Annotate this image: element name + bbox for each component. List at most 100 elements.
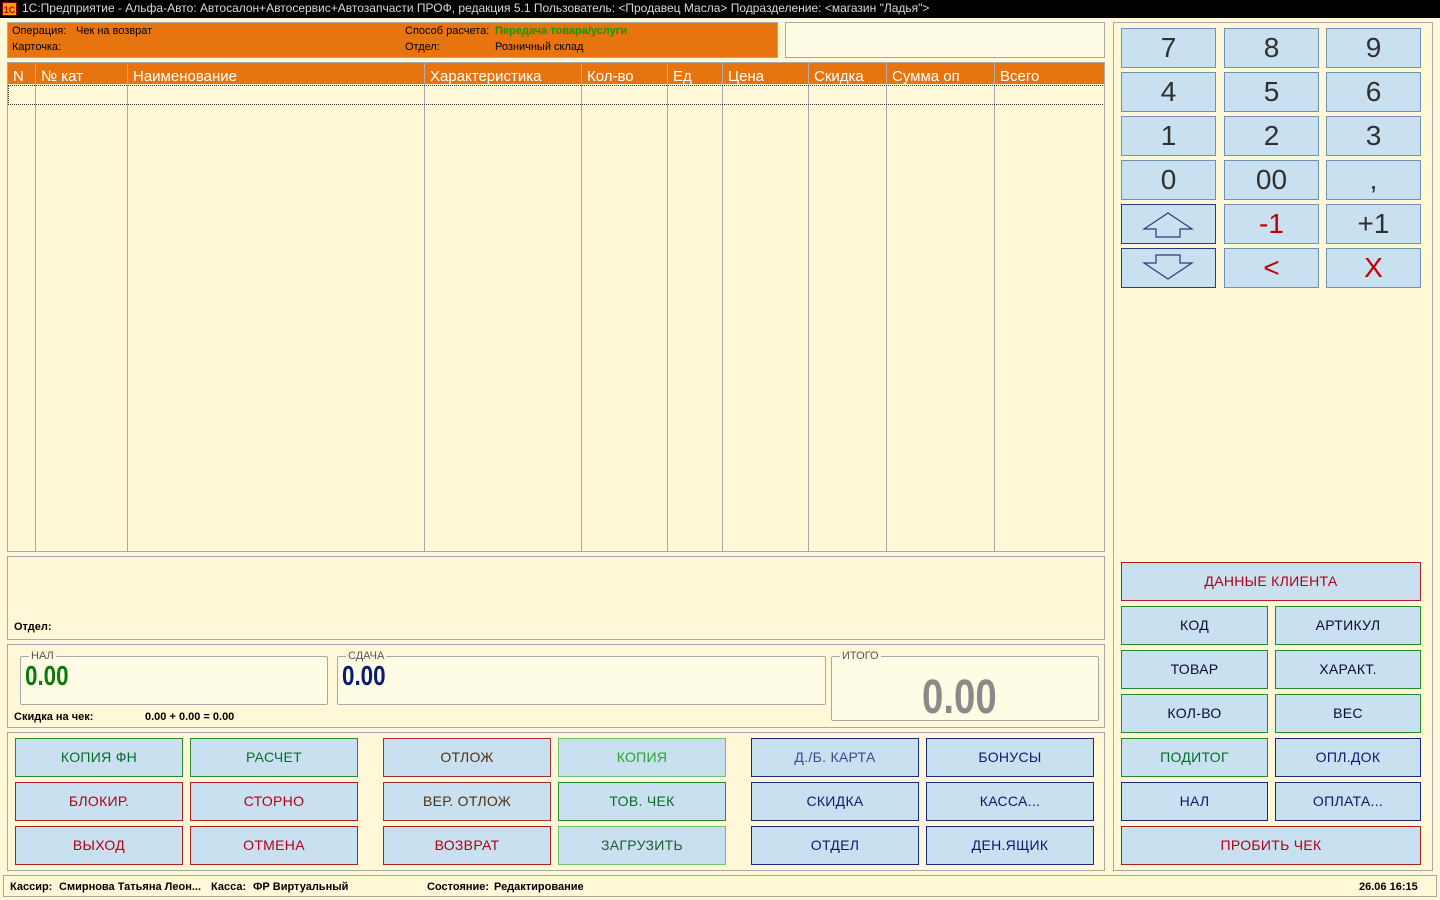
key-1[interactable]: 1	[1121, 116, 1216, 156]
department-value: Розничный склад	[495, 41, 584, 53]
discount-card-button[interactable]: Д./Б. КАРТА	[751, 738, 919, 777]
column-header[interactable]: Ед	[668, 63, 723, 84]
item-details-panel: Отдел:	[7, 556, 1105, 640]
return-button[interactable]: ВОЗВРАТ	[383, 826, 551, 865]
arrow-down-icon	[1142, 254, 1194, 280]
defer-button[interactable]: ОТЛОЖ	[383, 738, 551, 777]
table-row-selected[interactable]	[8, 85, 1104, 105]
column-header[interactable]: № кат	[36, 63, 128, 84]
column-header[interactable]: Скидка	[809, 63, 887, 84]
pay-doc-button[interactable]: ОПЛ.ДОК	[1275, 738, 1421, 777]
key-8[interactable]: 8	[1224, 28, 1319, 68]
column-header[interactable]: Сумма оп	[887, 63, 995, 84]
window-titlebar: 1С 1С:Предприятие - Альфа-Авто: Автосало…	[0, 0, 1440, 18]
cashier-label: Кассир:	[10, 881, 53, 893]
arrow-up-icon	[1142, 212, 1194, 238]
backspace-button[interactable]: <	[1224, 248, 1319, 288]
column-header[interactable]: Наименование	[128, 63, 425, 84]
key-9[interactable]: 9	[1326, 28, 1421, 68]
client-data-button[interactable]: ДАННЫЕ КЛИЕНТА	[1121, 562, 1421, 601]
keypad-panel: 7 8 9 4 5 6 1 2 3 0 00 , -1 +1 < X ДАННЫ…	[1113, 22, 1433, 871]
clear-button[interactable]: X	[1326, 248, 1421, 288]
change-box: СДАЧА 0.00	[337, 650, 826, 705]
key-00[interactable]: 00	[1224, 160, 1319, 200]
column-divider	[35, 84, 36, 551]
payment-method-value[interactable]: Передача товара/услуги	[495, 25, 627, 37]
weight-button[interactable]: ВЕС	[1275, 694, 1421, 733]
block-button[interactable]: БЛОКИР.	[15, 782, 183, 821]
characteristic-button[interactable]: ХАРАКТ.	[1275, 650, 1421, 689]
column-header[interactable]: Цена	[723, 63, 809, 84]
status-bar: Кассир: Смирнова Татьяна Леон... Касса: …	[3, 875, 1437, 897]
register-button[interactable]: КАССА...	[926, 782, 1094, 821]
department-button[interactable]: ОТДЕЛ	[751, 826, 919, 865]
column-divider	[127, 84, 128, 551]
total-label: ИТОГО	[842, 650, 879, 662]
minus-one-button[interactable]: -1	[1224, 204, 1319, 244]
column-header[interactable]: Кол-во	[582, 63, 668, 84]
column-header[interactable]: Характеристика	[425, 63, 582, 84]
column-divider	[424, 84, 425, 551]
cancel-button[interactable]: ОТМЕНА	[190, 826, 358, 865]
key-comma[interactable]: ,	[1326, 160, 1421, 200]
cash-value: 0.00	[25, 660, 69, 691]
state-label: Состояние:	[427, 881, 490, 893]
print-receipt-button[interactable]: ПРОБИТЬ ЧЕК	[1121, 826, 1421, 865]
receipt-discount-label: Скидка на чек:	[14, 711, 94, 723]
arrow-up-button[interactable]	[1121, 204, 1216, 244]
calc-button[interactable]: РАСЧЕТ	[190, 738, 358, 777]
article-button[interactable]: АРТИКУЛ	[1275, 606, 1421, 645]
payment-method-label: Способ расчета:	[405, 25, 490, 37]
goods-receipt-button[interactable]: ТОВ. ЧЕК	[558, 782, 726, 821]
action-buttons-panel: КОПИЯ ФН РАСЧЕТ ОТЛОЖ КОПИЯ Д./Б. КАРТА …	[7, 732, 1105, 871]
discount-button[interactable]: СКИДКА	[751, 782, 919, 821]
totals-panel: НАЛ 0.00 СДАЧА 0.00 ИТОГО 0.00 Скидка на…	[7, 644, 1105, 728]
operation-label: Операция:	[12, 25, 67, 37]
app-logo-icon: 1С	[2, 2, 17, 16]
payment-button[interactable]: ОПЛАТА...	[1275, 782, 1421, 821]
cash-box: НАЛ 0.00	[20, 650, 328, 705]
column-divider	[667, 84, 668, 551]
receipt-discount-value: 0.00 + 0.00 = 0.00	[145, 711, 235, 723]
key-5[interactable]: 5	[1224, 72, 1319, 112]
key-4[interactable]: 4	[1121, 72, 1216, 112]
total-box: ИТОГО 0.00	[831, 650, 1099, 724]
goods-table[interactable]: N № кат Наименование Характеристика Кол-…	[7, 62, 1105, 552]
key-6[interactable]: 6	[1326, 72, 1421, 112]
table-header: N № кат Наименование Характеристика Кол-…	[8, 63, 1104, 84]
column-header[interactable]: Всего	[995, 63, 1104, 84]
change-value: 0.00	[342, 660, 386, 691]
column-header[interactable]: N	[8, 63, 36, 84]
quantity-button[interactable]: КОЛ-ВО	[1121, 694, 1268, 733]
column-divider	[581, 84, 582, 551]
datetime: 26.06 16:15	[1359, 881, 1418, 893]
column-divider	[808, 84, 809, 551]
column-divider	[722, 84, 723, 551]
bonuses-button[interactable]: БОНУСЫ	[926, 738, 1094, 777]
key-0[interactable]: 0	[1121, 160, 1216, 200]
cash-drawer-button[interactable]: ДЕН.ЯЩИК	[926, 826, 1094, 865]
copy-fn-button[interactable]: КОПИЯ ФН	[15, 738, 183, 777]
total-value: 0.00	[922, 671, 997, 724]
goods-button[interactable]: ТОВАР	[1121, 650, 1268, 689]
register-value: ФР Виртуальный	[253, 881, 349, 893]
key-7[interactable]: 7	[1121, 28, 1216, 68]
state-value: Редактирование	[494, 881, 584, 893]
key-2[interactable]: 2	[1224, 116, 1319, 156]
copy-button[interactable]: КОПИЯ	[558, 738, 726, 777]
storno-button[interactable]: СТОРНО	[190, 782, 358, 821]
department-label: Отдел:	[405, 41, 440, 53]
key-3[interactable]: 3	[1326, 116, 1421, 156]
cash-payment-button[interactable]: НАЛ	[1121, 782, 1268, 821]
load-button[interactable]: ЗАГРУЗИТЬ	[558, 826, 726, 865]
window-title: 1С:Предприятие - Альфа-Авто: Автосалон+А…	[22, 1, 930, 15]
exit-button[interactable]: ВЫХОД	[15, 826, 183, 865]
subtotal-button[interactable]: ПОДИТОГ	[1121, 738, 1268, 777]
plus-one-button[interactable]: +1	[1326, 204, 1421, 244]
code-button[interactable]: КОД	[1121, 606, 1268, 645]
cashier-value: Смирнова Татьяна Леон...	[59, 881, 202, 893]
receipt-info-header: Операция: Чек на возврат Карточка: Спосо…	[7, 22, 778, 58]
message-box	[785, 22, 1105, 58]
arrow-down-button[interactable]	[1121, 248, 1216, 288]
return-deferred-button[interactable]: ВЕР. ОТЛОЖ	[383, 782, 551, 821]
